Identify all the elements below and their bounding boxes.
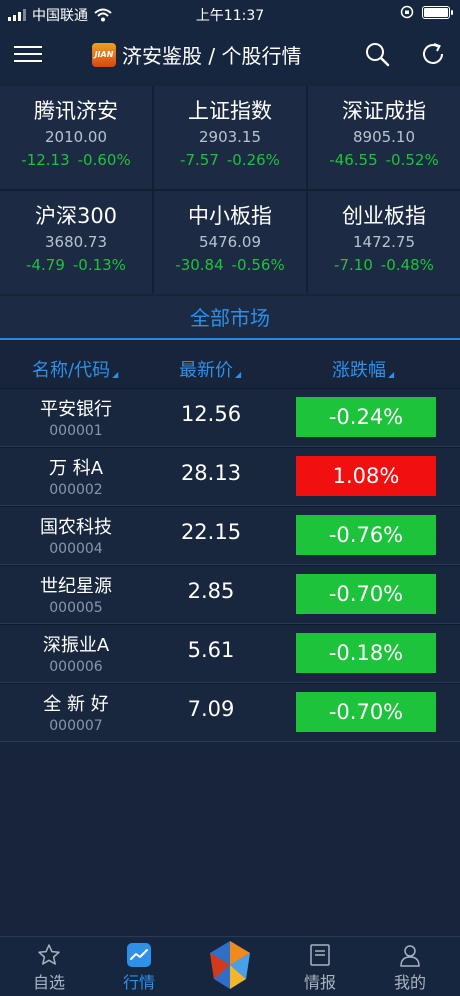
change-badge[interactable]: -0.70% [296, 574, 436, 614]
status-time: 上午11:37 [195, 8, 265, 24]
stock-list: 平安银行 000001 12.56 -0.24% 万 科A 000002 28.… [0, 388, 460, 742]
table-row[interactable]: 国农科技 000004 22.15 -0.76% [0, 506, 460, 565]
column-header-name-code: 名称/代码 [32, 360, 111, 381]
stock-name: 深振业A [42, 635, 110, 656]
tab-bar: 自选 行情 情报 我的 [0, 936, 460, 996]
change-badge[interactable]: -0.76% [296, 515, 436, 555]
index-change: -12.13 -0.60% [21, 151, 131, 169]
refresh-icon[interactable] [420, 41, 446, 67]
stock-name: 万 科A [48, 458, 104, 479]
stock-name: 平安银行 [40, 399, 112, 420]
change-badge[interactable]: 1.08% [296, 456, 436, 496]
index-name: 深证成指 [342, 99, 426, 123]
change-badge[interactable]: -0.18% [296, 633, 436, 673]
index-change: -7.10 -0.48% [334, 256, 434, 274]
index-change: -4.79 -0.13% [26, 256, 126, 274]
table-row[interactable]: 深振业A 000006 5.61 -0.18% [0, 624, 460, 683]
sort-arrow-icon: ◢ [388, 370, 395, 379]
stock-code: 000002 [49, 482, 103, 498]
index-value: 5476.09 [198, 233, 262, 251]
sort-change-pct[interactable]: 涨跌幅 ◢ [332, 356, 394, 382]
index-name: 中小板指 [188, 204, 272, 228]
table-row[interactable]: 世纪星源 000005 2.85 -0.70% [0, 565, 460, 624]
section-title: 全部市场 [0, 296, 460, 340]
index-change: -7.57 -0.26% [180, 151, 280, 169]
index-name: 沪深300 [34, 204, 118, 228]
index-card[interactable]: 创业板指 1472.75 -7.10 -0.48% [308, 191, 460, 294]
index-value: 1472.75 [352, 233, 416, 251]
index-card[interactable]: 上证指数 2903.15 -7.57 -0.26% [154, 86, 306, 189]
stock-name: 全 新 好 [43, 694, 109, 715]
index-value: 3680.73 [44, 233, 108, 251]
index-card[interactable]: 中小板指 5476.09 -30.84 -0.56% [154, 191, 306, 294]
tab-label: 行情 [122, 973, 155, 992]
sort-price[interactable]: 最新价 ◢ [179, 356, 241, 382]
tab-market[interactable]: 行情 [103, 937, 175, 996]
user-icon [400, 945, 420, 967]
stock-code: 000001 [49, 423, 103, 439]
column-header-price: 最新价 [179, 360, 233, 381]
index-change: -46.55 -0.52% [329, 151, 439, 169]
tab-label: 情报 [303, 973, 336, 992]
page-title: 济安鉴股 / 个股行情 [122, 44, 302, 68]
stock-price: 7.09 [187, 697, 235, 721]
star-icon [38, 944, 60, 965]
table-row[interactable]: 全 新 好 000007 7.09 -0.70% [0, 683, 460, 742]
index-grid: 腾讯济安 2010.00 -12.13 -0.60% 上证指数 2903.15 -… [0, 86, 460, 294]
change-badge[interactable]: -0.70% [296, 692, 436, 732]
index-name: 腾讯济安 [34, 99, 118, 123]
search-icon[interactable] [364, 41, 390, 67]
stock-name: 世纪星源 [40, 576, 112, 597]
nav-bar: JIAN 济安鉴股 / 个股行情 [0, 28, 460, 82]
index-change: -30.84 -0.56% [175, 256, 285, 274]
index-value: 8905.10 [352, 128, 416, 146]
tab-watchlist[interactable]: 自选 [13, 937, 85, 996]
index-name: 创业板指 [342, 204, 426, 228]
index-card[interactable]: 深证成指 8905.10 -46.55 -0.52% [308, 86, 460, 189]
index-value: 2903.15 [198, 128, 262, 146]
sort-arrow-icon: ◢ [112, 370, 119, 379]
chart-trend-icon [127, 943, 151, 967]
stock-code: 000007 [49, 718, 103, 734]
index-card[interactable]: 沪深300 3680.73 -4.79 -0.13% [0, 191, 152, 294]
battery-icon [422, 5, 453, 19]
index-name: 上证指数 [188, 99, 272, 123]
sort-arrow-icon: ◢ [235, 370, 242, 379]
tab-label: 我的 [393, 973, 426, 992]
tab-news[interactable]: 情报 [284, 937, 356, 996]
stock-price: 22.15 [180, 520, 242, 544]
change-badge[interactable]: -0.24% [296, 397, 436, 437]
table-row[interactable]: 万 科A 000002 28.13 1.08% [0, 447, 460, 506]
table-header: 名称/代码 ◢ 最新价 ◢ 涨跌幅 ◢ [0, 344, 460, 386]
stock-code: 000004 [49, 541, 103, 557]
stock-price: 28.13 [180, 461, 242, 485]
tab-mine[interactable]: 我的 [374, 937, 446, 996]
sort-name-code[interactable]: 名称/代码 ◢ [32, 356, 118, 382]
menu-icon[interactable] [14, 41, 42, 65]
stock-price: 5.61 [187, 638, 235, 662]
stock-code: 000005 [49, 600, 103, 616]
column-header-change-pct: 涨跌幅 [332, 360, 386, 381]
app-logo: JIAN [92, 42, 116, 67]
stock-price: 12.56 [180, 402, 242, 426]
stock-name: 国农科技 [40, 517, 112, 538]
document-icon [310, 944, 330, 966]
tab-label: 自选 [32, 973, 65, 992]
nav-title: JIAN 济安鉴股 / 个股行情 [92, 40, 301, 69]
table-row[interactable]: 平安银行 000001 12.56 -0.24% [0, 388, 460, 447]
status-bar: 中国联通 上午11:37 [0, 0, 460, 28]
orientation-lock-icon [400, 5, 414, 19]
index-card[interactable]: 腾讯济安 2010.00 -12.13 -0.60% [0, 86, 152, 189]
index-value: 2010.00 [44, 128, 108, 146]
stock-price: 2.85 [187, 579, 235, 603]
brand-logo-icon[interactable] [206, 939, 254, 991]
stock-code: 000006 [49, 659, 103, 675]
